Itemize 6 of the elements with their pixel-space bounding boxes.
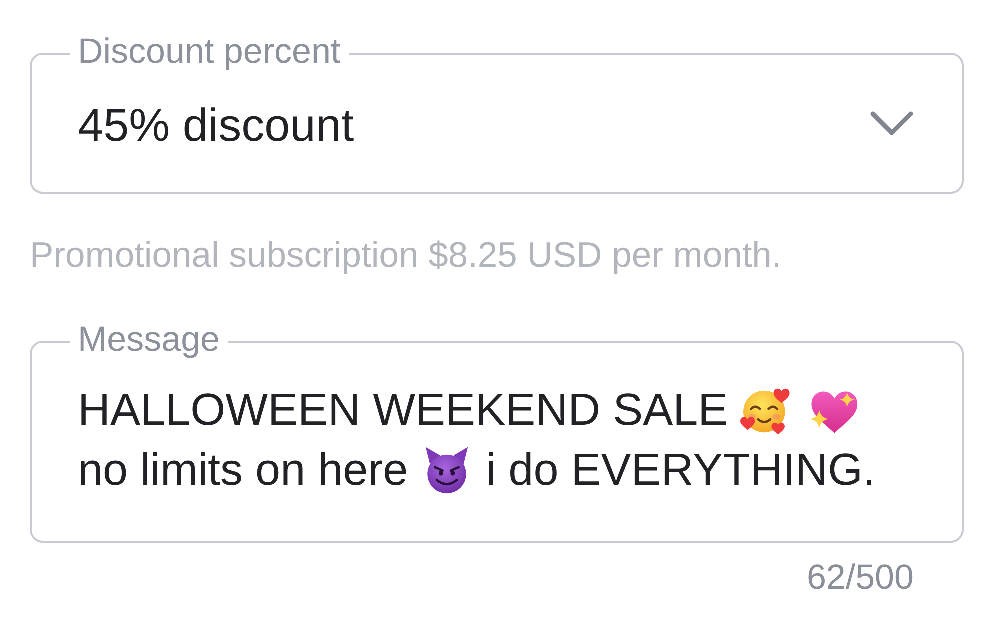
chevron-down-icon	[870, 110, 914, 136]
character-counter: 62/500	[806, 560, 914, 596]
message-text: HALLOWEEN WEEKEND SALE	[78, 383, 728, 437]
helper-text: Promotional subscription $8.25 USD per month.	[30, 237, 783, 274]
message-text: i do EVERYTHING.	[486, 443, 876, 497]
message-text: no limits on here	[78, 443, 408, 497]
